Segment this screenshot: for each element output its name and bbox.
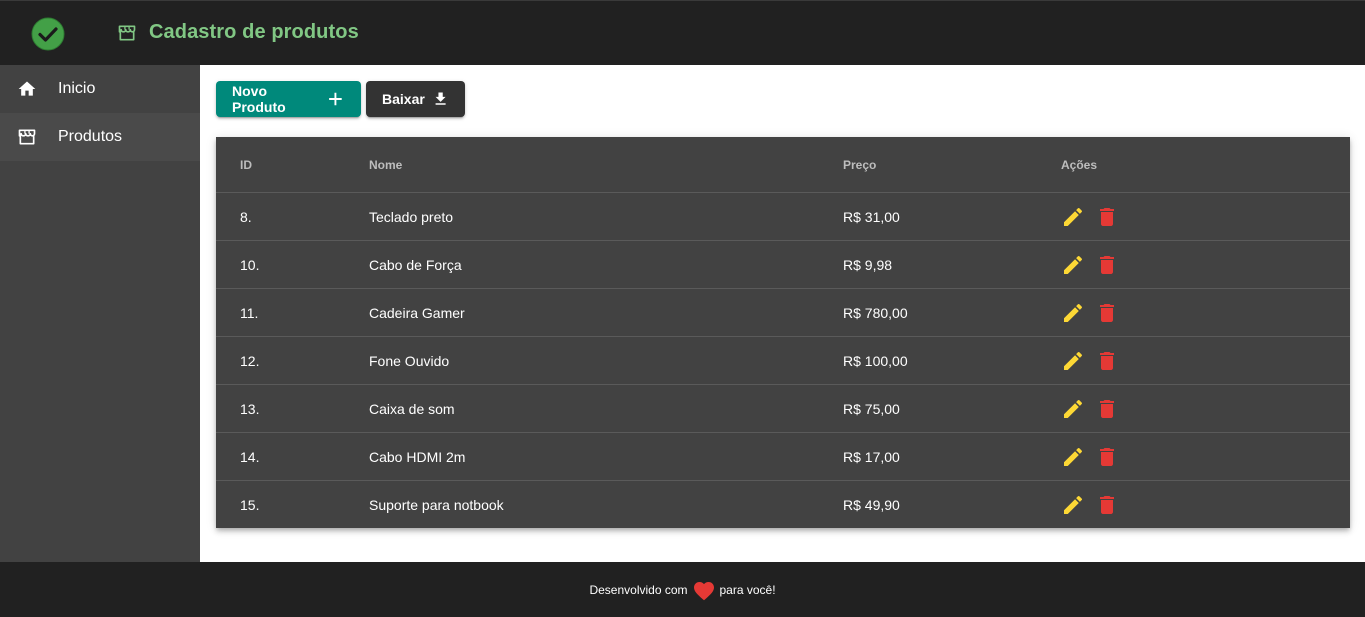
trash-icon[interactable] xyxy=(1095,301,1119,325)
cell-id: 13. xyxy=(240,400,260,417)
cell-id: 8. xyxy=(240,208,252,225)
cell-id: 15. xyxy=(240,497,260,513)
header-actions: Ações xyxy=(1061,157,1098,172)
new-product-label: Novo Produto xyxy=(232,83,286,115)
cell-name: Fone Ouvido xyxy=(369,352,450,369)
store-icon xyxy=(18,129,36,145)
cell-id: 12. xyxy=(240,352,260,369)
table-row: 10. Cabo de Força R$ 9,98 xyxy=(216,241,1350,289)
cell-name: Suporte para notbook xyxy=(369,497,504,513)
sidebar-item-produtos[interactable]: Produtos xyxy=(0,113,200,161)
check-circle-icon[interactable] xyxy=(31,17,65,51)
cell-name: Cabo HDMI 2m xyxy=(369,448,466,465)
sidebar-item-inicio[interactable]: Inicio xyxy=(0,65,200,113)
trash-icon[interactable] xyxy=(1095,493,1119,517)
cell-name: Cabo de Força xyxy=(369,256,462,273)
table-row: 13. Caixa de som R$ 75,00 xyxy=(216,385,1350,433)
new-product-button[interactable]: Novo Produto xyxy=(216,81,361,117)
download-label: Baixar xyxy=(382,91,425,107)
cell-actions xyxy=(1061,337,1129,384)
cell-price: R$ 31,00 xyxy=(843,208,900,225)
footer: Desenvolvido com para você! xyxy=(0,562,1365,617)
products-table: ID Nome Preço Ações 8. Teclado preto R$ 31… xyxy=(216,137,1350,528)
sidebar-item-label: Produtos xyxy=(58,128,123,145)
app-title: Cadastro de produtos xyxy=(149,21,359,43)
pencil-icon[interactable] xyxy=(1061,205,1085,229)
download-icon xyxy=(435,92,446,105)
cell-actions xyxy=(1061,241,1129,288)
cell-id: 10. xyxy=(240,256,260,273)
cell-actions xyxy=(1061,481,1129,529)
cell-price: R$ 100,00 xyxy=(843,352,908,369)
app-header: Cadastro de produtos xyxy=(0,0,1365,65)
cell-actions xyxy=(1061,193,1129,240)
trash-icon[interactable] xyxy=(1095,445,1119,469)
cell-price: R$ 17,00 xyxy=(843,448,900,465)
table-row: 15. Suporte para notbook R$ 49,90 xyxy=(216,481,1350,529)
cell-name: Teclado preto xyxy=(369,208,454,225)
cell-price: R$ 9,98 xyxy=(843,256,893,273)
header-price[interactable]: Preço xyxy=(843,137,876,192)
pencil-icon[interactable] xyxy=(1061,493,1085,517)
trash-icon[interactable] xyxy=(1095,397,1119,421)
trash-icon[interactable] xyxy=(1095,253,1119,277)
cell-price: R$ 780,00 xyxy=(843,304,908,321)
pencil-icon[interactable] xyxy=(1061,397,1085,421)
table-body: 8. Teclado preto R$ 31,00 10. Cabo de Força R… xyxy=(216,193,1350,529)
footer-text-after: para você! xyxy=(719,582,776,597)
heart-icon xyxy=(693,581,714,600)
pencil-icon[interactable] xyxy=(1061,301,1085,325)
cell-name: Caixa de som xyxy=(369,400,455,417)
trash-icon[interactable] xyxy=(1095,205,1119,229)
download-button[interactable]: Baixar xyxy=(366,81,465,117)
cell-actions xyxy=(1061,385,1129,432)
header-id[interactable]: ID xyxy=(240,137,252,192)
trash-icon[interactable] xyxy=(1095,349,1119,373)
header-name[interactable]: Nome xyxy=(369,137,402,192)
cell-name: Cadeira Gamer xyxy=(369,304,465,321)
cell-price: R$ 75,00 xyxy=(843,400,900,417)
store-icon xyxy=(118,25,136,41)
cell-id: 11. xyxy=(240,304,259,321)
pencil-icon[interactable] xyxy=(1061,349,1085,373)
page-title: Cadastro de produtos xyxy=(117,21,359,44)
table-row: 8. Teclado preto R$ 31,00 xyxy=(216,193,1350,241)
cell-actions xyxy=(1061,289,1129,336)
cell-price: R$ 49,90 xyxy=(843,497,900,513)
footer-text-before: Desenvolvido com xyxy=(589,582,688,597)
table-row: 11. Cadeira Gamer R$ 780,00 xyxy=(216,289,1350,337)
pencil-icon[interactable] xyxy=(1061,445,1085,469)
sidebar-item-label: Inicio xyxy=(58,80,96,97)
main-content: Novo Produto Baixar ID Nome Preço Ações … xyxy=(200,65,1365,562)
table-row: 14. Cabo HDMI 2m R$ 17,00 xyxy=(216,433,1350,481)
plus-icon xyxy=(329,92,342,106)
cell-actions xyxy=(1061,433,1129,480)
pencil-icon[interactable] xyxy=(1061,253,1085,277)
table-row: 12. Fone Ouvido R$ 100,00 xyxy=(216,337,1350,385)
home-icon xyxy=(18,81,36,96)
sidebar: Inicio Produtos xyxy=(0,65,200,562)
table-header: ID Nome Preço Ações xyxy=(216,137,1350,193)
cell-id: 14. xyxy=(240,448,260,465)
